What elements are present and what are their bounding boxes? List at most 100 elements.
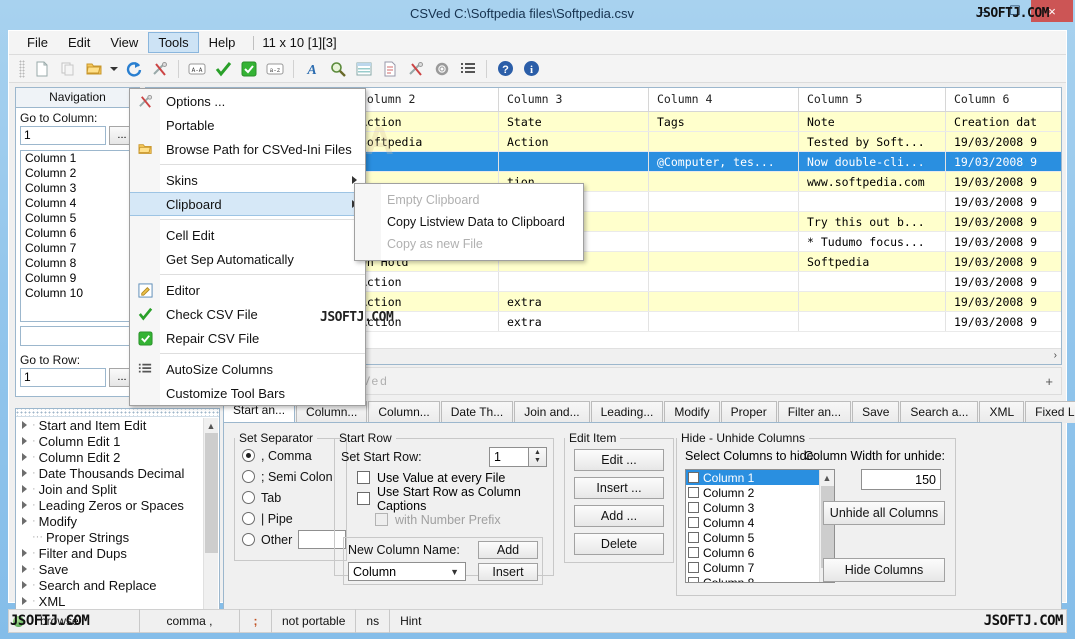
table-cell[interactable]: Try this out b... [799,212,946,231]
tab-save[interactable]: Save [852,401,900,423]
add-button[interactable]: Add [478,541,538,559]
menu-item-clipboard[interactable]: Clipboard [130,192,365,216]
menu-item-get-sep-automatically[interactable]: Get Sep Automatically [130,247,365,271]
tab-column[interactable]: Column... [368,401,440,423]
info-icon[interactable]: i [518,57,544,81]
table-cell[interactable]: Softpedia [799,252,946,271]
menu-file[interactable]: File [17,32,58,53]
menu-item-copy-listview-data[interactable]: Copy Listview Data to Clipboard [355,211,583,233]
table-cell[interactable] [799,272,946,291]
tree-item-column-edit-1[interactable]: · Column Edit 1 [16,433,219,449]
list-item[interactable]: Column 6 [686,545,834,560]
tab-modify[interactable]: Modify [664,401,720,423]
expand-triangle-icon[interactable] [22,549,27,557]
table-cell[interactable] [649,272,799,291]
tree-item-xml[interactable]: · XML [16,593,219,609]
list-item[interactable]: Column 9 [21,271,134,286]
add-item-button[interactable]: Add ... [574,505,664,527]
radio-icon[interactable] [242,512,255,525]
grid-column-header[interactable]: Column 6 [946,88,1061,111]
help-icon[interactable]: ? [492,57,518,81]
page-icon[interactable] [377,57,403,81]
tools-icon[interactable] [147,57,173,81]
tree-item-column-edit-2[interactable]: · Column Edit 2 [16,449,219,465]
table-cell[interactable]: Tested by Soft... [799,132,946,151]
sort-za-icon[interactable]: A-A [184,57,210,81]
separator-option-other[interactable]: Other [235,529,347,550]
scroll-up-icon[interactable]: ▲ [204,418,218,433]
grid-column-header[interactable]: Column 5 [799,88,946,111]
menu-item-repair-csv-file[interactable]: Repair CSV File [130,326,365,350]
menu-item-editor[interactable]: Editor [130,278,365,302]
table-cell[interactable]: Action [352,272,499,291]
tab-filter-an[interactable]: Filter an... [777,401,852,423]
table-cell[interactable]: Action [499,132,649,151]
tree-item-start-and-item-edit[interactable]: · Start and Item Edit [16,417,219,433]
checkbox-icon[interactable] [688,532,699,543]
separator-option-semicolon[interactable]: ; Semi Colon [235,466,346,487]
list-item[interactable]: Column 7 [686,560,834,575]
list-item[interactable]: Column 4 [21,196,134,211]
table-cell[interactable]: @Computer, tes... [649,152,799,171]
hide-columns-listbox[interactable]: Column 1 Column 2 Column 3 Column 4 Colu… [685,469,835,583]
table-cell[interactable] [499,152,649,171]
table-cell[interactable]: Creation dat [946,112,1061,131]
table-cell[interactable]: State [499,112,649,131]
grid-column-header[interactable]: Column 3 [499,88,649,111]
spinner-up-icon[interactable]: ▲ [534,449,541,457]
expand-triangle-icon[interactable] [22,485,27,493]
menu-item-customize-tool-bars[interactable]: Customize Tool Bars [130,381,365,405]
table-cell[interactable]: 19/03/2008 9 [946,232,1061,251]
scroll-up-icon[interactable]: ▲ [820,470,834,486]
gear-icon[interactable] [429,57,455,81]
check-icon[interactable] [210,57,236,81]
table-cell[interactable]: 19/03/2008 9 [946,312,1061,331]
use-start-row-captions-checkbox[interactable]: Use Start Row as Column Captions [335,485,553,513]
table-cell[interactable] [649,212,799,231]
list-item[interactable]: Column 1 [686,470,834,485]
start-row-spinner[interactable]: ▲ ▼ [529,447,547,467]
checkbox-icon[interactable] [357,471,370,484]
clipboard-submenu[interactable]: Empty Clipboard Copy Listview Data to Cl… [354,183,584,261]
insert-item-button[interactable]: Insert ... [574,477,664,499]
table-cell[interactable]: www.softpedia.com [799,172,946,191]
tab-fixed-le[interactable]: Fixed Le... [1025,401,1075,423]
list-item[interactable]: Column 8 [21,256,134,271]
checkbox-icon[interactable] [688,472,699,483]
table-cell[interactable]: * Tudumo focus... [799,232,946,251]
radio-icon[interactable] [242,449,255,462]
spinner-down-icon[interactable]: ▼ [534,457,541,465]
expand-triangle-icon[interactable] [22,421,27,429]
checkbox-icon[interactable] [688,562,699,573]
tab-leading[interactable]: Leading... [590,401,664,423]
table-cell[interactable] [499,272,649,291]
column-width-input[interactable]: 150 [861,469,941,490]
check-green-icon[interactable] [236,57,262,81]
list-item[interactable]: Column 3 [686,500,834,515]
navigation-column-list[interactable]: Column 1 Column 2 Column 3 Column 4 Colu… [20,150,135,322]
table-cell[interactable] [799,192,946,211]
scroll-thumb[interactable] [205,433,218,553]
radio-icon[interactable] [242,533,255,546]
table-cell[interactable] [649,232,799,251]
expand-triangle-icon[interactable] [22,453,27,461]
search-icon[interactable] [325,57,351,81]
tree-item-leading-zeros-or-spaces[interactable]: · Leading Zeros or Spaces [16,497,219,513]
table-cell[interactable]: Note [799,112,946,131]
goto-column-input[interactable]: 1 [20,126,106,145]
table-cell[interactable] [799,292,946,311]
checkbox-icon[interactable] [688,502,699,513]
checkbox-icon[interactable] [688,487,699,498]
table-cell[interactable] [649,252,799,271]
table-cell[interactable] [799,312,946,331]
navigation-tab[interactable]: Navigation [16,88,139,108]
menu-item-cell-edit[interactable]: Cell Edit [130,223,365,247]
menu-item-check-csv-file[interactable]: Check CSV File [130,302,365,326]
table-cell[interactable]: 19/03/2008 9 [946,212,1061,231]
sort-az-icon[interactable]: a-z [262,57,288,81]
goto-row-input[interactable]: 1 [20,368,106,387]
list-item[interactable]: Column 5 [21,211,134,226]
list-item[interactable]: Column 2 [686,485,834,500]
table-cell[interactable]: 19/03/2008 9 [946,152,1061,171]
tree-item-save[interactable]: · Save [16,561,219,577]
